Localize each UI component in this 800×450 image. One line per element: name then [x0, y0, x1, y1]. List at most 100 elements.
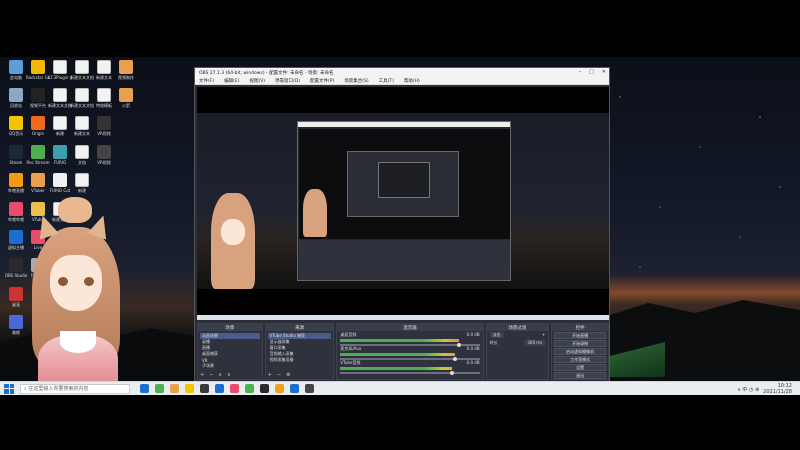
app-icon	[9, 230, 23, 244]
taskbar-app-icon[interactable]	[140, 384, 149, 393]
taskbar-app-icon[interactable]	[170, 384, 179, 393]
add-icon[interactable]: +	[268, 372, 272, 378]
desktop-icon[interactable]: 新建文本文档	[70, 60, 94, 88]
desktop-icon-label: 哔哩直播	[8, 188, 24, 193]
taskbar-search-input[interactable]: ⌕ 在这里输入你要搜索的内容	[20, 383, 130, 394]
taskbar-app-icon[interactable]	[290, 384, 299, 393]
desktop-icon-label: 美颜	[12, 330, 20, 335]
track-db: 0.0 dB	[466, 346, 480, 351]
taskbar-app-icon[interactable]	[155, 384, 164, 393]
desktop-icon[interactable]: 回收站	[4, 88, 28, 116]
control-button[interactable]: 开始直播	[554, 332, 606, 339]
volume-slider[interactable]	[340, 343, 480, 347]
remove-icon[interactable]: −	[277, 372, 281, 378]
volume-slider-knob[interactable]	[456, 343, 461, 347]
controls-header: 控件	[552, 324, 608, 331]
desktop-icon[interactable]: 新建文本	[92, 60, 116, 88]
desktop-icon[interactable]: 哔哩哔哩	[4, 202, 28, 230]
desktop-icon[interactable]: 火箭	[114, 88, 138, 116]
obs-menubar: 文件(F) 编辑(E) 视图(V) 停靠窗口(D) 配置文件(P) 场景集合(S) 工具(T…	[195, 77, 609, 85]
desktop-icon-label: VR视频	[97, 160, 111, 165]
up-icon[interactable]: ∧	[218, 372, 222, 378]
desktop-icon[interactable]: 桌宠	[4, 287, 28, 315]
desktop-icon[interactable]: CC3Plugin 文	[48, 60, 72, 88]
taskbar-app-icon[interactable]	[275, 384, 284, 393]
desktop-icon[interactable]: 新建文本	[70, 116, 94, 144]
menu-item[interactable]: 配置文件(P)	[310, 78, 334, 84]
menu-item[interactable]: 帮助(H)	[404, 78, 420, 84]
add-icon[interactable]: +	[200, 372, 204, 378]
control-button[interactable]: 启动虚拟摄像机	[554, 348, 606, 355]
desktop-icon[interactable]: 文档	[70, 145, 94, 173]
taskbar-app-icon[interactable]	[230, 384, 239, 393]
taskbar-app-icon[interactable]	[305, 384, 314, 393]
desktop-icon[interactable]: 美颜	[4, 315, 28, 343]
desktop-icon[interactable]: OBS Studio	[4, 258, 28, 286]
menu-item[interactable]: 编辑(E)	[224, 78, 239, 84]
app-icon	[9, 116, 23, 130]
desktop-icon-label: 此电脑	[10, 75, 22, 80]
obs-titlebar[interactable]: OBS 27.1.3 (64-bit, windows) - 配置文件: 未命名…	[195, 68, 609, 77]
volume-slider-knob[interactable]	[449, 371, 454, 375]
desktop-icon[interactable]: Origin	[26, 116, 50, 144]
taskbar-app-icon[interactable]	[215, 384, 224, 393]
clock[interactable]: 10:12 2021/11/28	[763, 383, 792, 395]
controls-dock: 控件 开始直播 开始录制 启动虚拟摄像机 工作室模式 设置 退出	[551, 323, 609, 380]
desktop-icon[interactable]: 视频制作	[114, 60, 138, 88]
taskbar-app-icon[interactable]	[185, 384, 194, 393]
maximize-icon[interactable]: □	[589, 69, 594, 75]
control-button[interactable]: 开始录制	[554, 340, 606, 347]
scene-item[interactable]: 子场景	[200, 363, 260, 369]
volume-slider-knob[interactable]	[452, 357, 457, 361]
taskbar-app-icon[interactable]	[200, 384, 209, 393]
desktop-icon[interactable]: 视频平台	[26, 88, 50, 116]
menu-item[interactable]: 视图(V)	[249, 78, 265, 84]
desktop-icon[interactable]: Rockstar Games	[26, 60, 50, 88]
desktop-icon[interactable]: 哔哩直播	[4, 173, 28, 201]
desktop-icon[interactable]: Steam	[4, 145, 28, 173]
desktop-icon[interactable]: FURIO	[48, 145, 72, 173]
desktop-icon[interactable]: 虚拟主播	[4, 230, 28, 258]
add-icon[interactable]: +	[542, 332, 545, 338]
obs-title-text: OBS 27.1.3 (64-bit, windows) - 配置文件: 未命名…	[199, 70, 334, 76]
mixer-track: VTube音频 0.0 dB	[337, 359, 482, 375]
desktop-icon[interactable]: 新建文本文档	[70, 88, 94, 116]
desktop-icon-label: 新建文本	[74, 131, 90, 136]
desktop-icon-label: 新建文本	[96, 75, 112, 80]
gear-icon[interactable]: ⚙	[286, 372, 290, 378]
tray-icons[interactable]: ∧ 中 ◷ ⊕	[737, 386, 759, 393]
obs-window[interactable]: OBS 27.1.3 (64-bit, windows) - 配置文件: 未命名…	[194, 67, 610, 382]
control-button[interactable]: 退出	[554, 372, 606, 379]
desktop-icon[interactable]: 新建	[48, 116, 72, 144]
remove-icon[interactable]: −	[209, 372, 213, 378]
control-button[interactable]: 工作室模式	[554, 356, 606, 363]
menu-item[interactable]: 场景集合(S)	[344, 78, 368, 84]
down-icon[interactable]: ∨	[227, 372, 231, 378]
desktop-icon[interactable]: QQ音乐	[4, 116, 28, 144]
control-button[interactable]: 设置	[554, 364, 606, 371]
close-icon[interactable]: ✕	[602, 69, 606, 75]
transition-type-select[interactable]: 淡出	[489, 332, 504, 338]
minimize-icon[interactable]: –	[579, 69, 582, 75]
start-icon[interactable]	[4, 383, 14, 394]
menu-item[interactable]: 文件(F)	[199, 78, 214, 84]
menu-item[interactable]: 停靠窗口(D)	[275, 78, 300, 84]
desktop-icon[interactable]: 新建文本文档	[48, 88, 72, 116]
volume-slider[interactable]	[340, 357, 480, 361]
desktop-icon[interactable]: 特效模板	[92, 88, 116, 116]
taskbar-app-icon[interactable]	[245, 384, 254, 393]
desktop-icon[interactable]: 此电脑	[4, 60, 28, 88]
video-frame: 此电脑Rockstar GamesCC3Plugin 文新建文本文档新建文本视频…	[0, 0, 800, 450]
menu-item[interactable]: 工具(T)	[379, 78, 394, 84]
source-item[interactable]: 视频采集设备	[268, 357, 332, 363]
preview-desktop-capture	[197, 113, 609, 320]
duration-field[interactable]: 300 ms	[524, 340, 546, 346]
volume-slider[interactable]	[340, 371, 480, 375]
obs-preview[interactable]	[197, 87, 609, 320]
desktop-icon[interactable]: VR视频	[92, 116, 116, 144]
taskbar-app-icon[interactable]	[260, 384, 269, 393]
desktop-icon[interactable]: VR视频	[92, 145, 116, 173]
desktop-icon-label: 虚拟主播	[8, 245, 24, 250]
desktop-icon-label: 回收站	[10, 103, 22, 108]
desktop-icon[interactable]: Rec Stream	[26, 145, 50, 173]
